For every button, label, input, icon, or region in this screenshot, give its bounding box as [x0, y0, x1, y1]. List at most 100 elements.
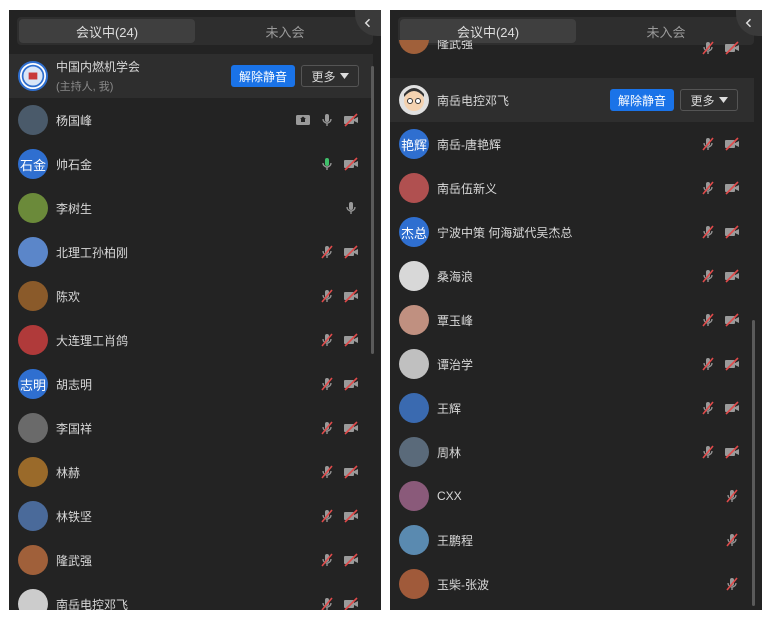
camera-off-icon[interactable]: [343, 552, 359, 568]
mic-muted-icon[interactable]: [319, 552, 335, 568]
participant-row[interactable]: 玉柴-张波: [390, 562, 754, 606]
avatar: [18, 457, 48, 487]
camera-off-icon[interactable]: [343, 596, 359, 610]
participant-name: 大连理工肖鸽: [56, 333, 129, 348]
status-icons: [724, 576, 740, 592]
mic-muted-icon[interactable]: [319, 332, 335, 348]
mic-muted-icon[interactable]: [700, 136, 716, 152]
more-button[interactable]: 更多: [680, 89, 738, 111]
participant-row[interactable]: 陈欢: [9, 274, 373, 318]
scrollbar[interactable]: [371, 66, 374, 354]
participant-row[interactable]: 桑海浪: [390, 254, 754, 298]
mic-muted-icon[interactable]: [700, 268, 716, 284]
participants-panel-right: 会议中(24) 未入会 隆武强 南岳电控邓飞 解除静音 更多 艳辉 南岳-唐艳辉南…: [390, 10, 762, 610]
mic-muted-icon[interactable]: [724, 576, 740, 592]
camera-off-icon[interactable]: [724, 312, 740, 328]
camera-off-icon[interactable]: [724, 40, 740, 56]
camera-off-icon[interactable]: [724, 136, 740, 152]
chevron-left-icon: [745, 18, 752, 28]
participant-row[interactable]: 北理工孙柏刚: [9, 230, 373, 274]
mic-muted-icon[interactable]: [319, 596, 335, 610]
participant-name: 隆武强: [56, 553, 93, 568]
mic-muted-icon[interactable]: [319, 508, 335, 524]
mic-muted-icon[interactable]: [700, 40, 716, 56]
mic-muted-icon[interactable]: [700, 180, 716, 196]
participant-row[interactable]: 王鹏程: [390, 518, 754, 562]
camera-off-icon[interactable]: [724, 224, 740, 240]
mic-muted-icon[interactable]: [319, 376, 335, 392]
status-icons: [700, 356, 740, 372]
avatar: [18, 501, 48, 531]
mic-muted-icon[interactable]: [700, 224, 716, 240]
camera-off-icon[interactable]: [343, 420, 359, 436]
participant-name: 杨国峰: [56, 113, 93, 128]
mic-muted-icon[interactable]: [319, 244, 335, 260]
participant-row[interactable]: CXX: [390, 474, 754, 518]
participant-row[interactable]: 周林: [390, 430, 754, 474]
participant-row[interactable]: 林赫: [9, 450, 373, 494]
participant-row[interactable]: 南岳电控邓飞: [9, 582, 373, 610]
participant-name: 玉柴-张波: [437, 577, 489, 592]
participant-row[interactable]: 南岳伍新义: [390, 166, 754, 210]
camera-off-icon[interactable]: [343, 156, 359, 172]
avatar: [18, 545, 48, 575]
scrollbar[interactable]: [752, 320, 755, 606]
participant-row[interactable]: 艳辉 南岳-唐艳辉: [390, 122, 754, 166]
participant-row[interactable]: 志明 胡志明: [9, 362, 373, 406]
camera-off-icon[interactable]: [724, 356, 740, 372]
mic-muted-icon[interactable]: [319, 288, 335, 304]
participant-row[interactable]: 覃玉峰: [390, 298, 754, 342]
camera-off-icon[interactable]: [724, 400, 740, 416]
tab-not-joined[interactable]: 未入会: [197, 17, 373, 45]
mic-muted-icon[interactable]: [319, 420, 335, 436]
unmute-button[interactable]: 解除静音: [231, 65, 296, 87]
camera-off-icon[interactable]: [343, 508, 359, 524]
participant-row[interactable]: 杰总 宁波中策 何海斌代吴杰总: [390, 210, 754, 254]
mic-icon[interactable]: [343, 200, 359, 216]
participant-row[interactable]: 石金 帅石金: [9, 142, 373, 186]
camera-off-icon[interactable]: [724, 180, 740, 196]
status-icons: [700, 136, 740, 152]
mic-muted-icon[interactable]: [700, 400, 716, 416]
camera-off-icon[interactable]: [343, 288, 359, 304]
camera-off-icon[interactable]: [343, 376, 359, 392]
participant-row[interactable]: 谭治学: [390, 342, 754, 386]
participant-row[interactable]: 隆武强: [9, 538, 373, 582]
mic-active-icon[interactable]: [319, 156, 335, 172]
mic-icon[interactable]: [319, 112, 335, 128]
participant-row[interactable]: 林铁坚: [9, 494, 373, 538]
mic-muted-icon[interactable]: [724, 532, 740, 548]
participant-row[interactable]: 李国祥: [9, 406, 373, 450]
host-row[interactable]: 南岳电控邓飞 解除静音 更多: [390, 78, 754, 122]
mic-muted-icon[interactable]: [700, 356, 716, 372]
more-button[interactable]: 更多: [301, 65, 359, 87]
mic-muted-icon[interactable]: [724, 488, 740, 504]
participant-name: 陈欢: [56, 289, 81, 304]
status-icons: [343, 200, 359, 216]
participant-row[interactable]: 杨国峰: [9, 98, 373, 142]
participant-name: 南岳-唐艳辉: [437, 137, 501, 152]
status-icons: [700, 400, 740, 416]
mic-muted-icon[interactable]: [700, 312, 716, 328]
avatar: [18, 281, 48, 311]
camera-off-icon[interactable]: [343, 244, 359, 260]
camera-off-icon[interactable]: [724, 444, 740, 460]
mic-muted-icon[interactable]: [319, 464, 335, 480]
participant-row[interactable]: 王辉: [390, 386, 754, 430]
participant-row[interactable]: 隆武强: [390, 40, 754, 64]
participant-row[interactable]: 大连理工肖鸽: [9, 318, 373, 362]
avatar: [399, 481, 429, 511]
unmute-button[interactable]: 解除静音: [610, 89, 675, 111]
mic-muted-icon[interactable]: [700, 444, 716, 460]
camera-off-icon[interactable]: [724, 268, 740, 284]
host-row[interactable]: 中国内燃机学会 (主持人, 我) 解除静音 更多: [9, 54, 373, 98]
screen-share-icon[interactable]: [295, 112, 311, 128]
tab-in-meeting[interactable]: 会议中(24): [19, 19, 195, 43]
participant-name: 南岳电控邓飞: [56, 597, 129, 611]
participant-name: 南岳伍新义: [437, 181, 498, 196]
participant-row[interactable]: 李树生: [9, 186, 373, 230]
camera-off-icon[interactable]: [343, 112, 359, 128]
participant-name: 林铁坚: [56, 509, 93, 524]
camera-off-icon[interactable]: [343, 332, 359, 348]
camera-off-icon[interactable]: [343, 464, 359, 480]
